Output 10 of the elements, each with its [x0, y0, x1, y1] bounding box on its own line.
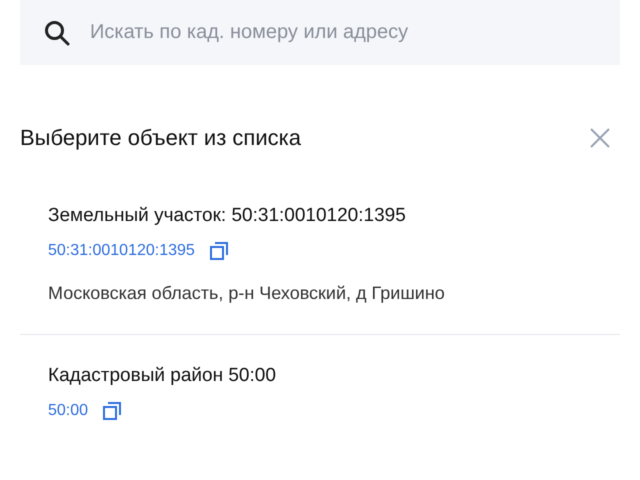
- copy-icon[interactable]: [102, 401, 122, 421]
- close-icon[interactable]: [590, 128, 610, 148]
- object-title: Кадастровый район 50:00: [48, 365, 277, 387]
- object-address: Московская область, р-н Чеховский, д Гришино: [48, 283, 446, 304]
- search-field[interactable]: Искать по кад. номеру или адресу: [20, 0, 620, 65]
- cadastral-number-link[interactable]: 50:31:0010120:1395: [48, 242, 195, 260]
- copy-icon[interactable]: [208, 241, 229, 261]
- object-title: Земельный участок: 50:31:0010120:1395: [48, 205, 407, 227]
- cadastral-number-link[interactable]: 50:00: [48, 402, 88, 420]
- panel-title: Выберите объект из списка: [20, 125, 301, 151]
